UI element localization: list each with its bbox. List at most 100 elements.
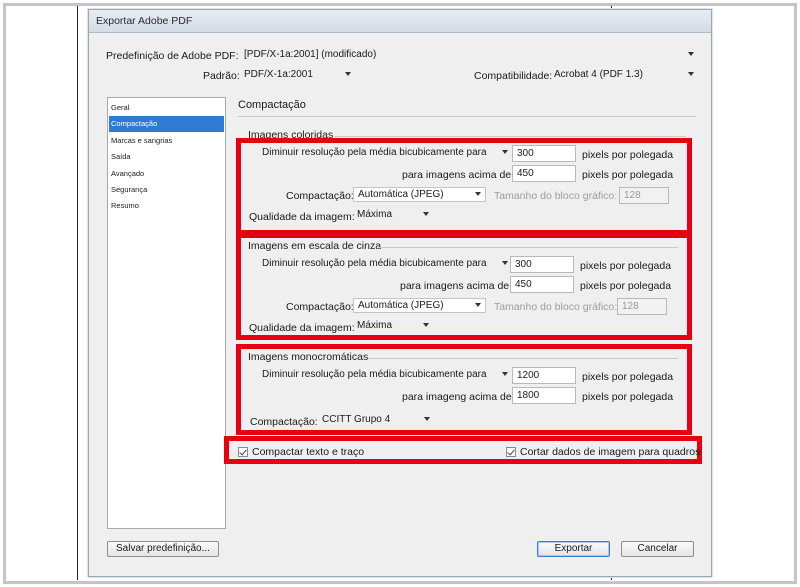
color-quality-select[interactable]: Máxima bbox=[353, 208, 433, 223]
mono-group-title: Imagens monocromáticas bbox=[248, 351, 369, 363]
color-above-label: para imagens acima de: bbox=[402, 169, 515, 181]
gray-compression-select[interactable]: Automática (JPEG) bbox=[353, 298, 486, 313]
color-above-value: 450 bbox=[517, 168, 534, 179]
color-tile-input[interactable]: 128 bbox=[619, 187, 669, 204]
mono-above-value: 1800 bbox=[517, 390, 540, 401]
color-compression-label: Compactação: bbox=[286, 190, 354, 202]
color-tile-label: Tamanho do bloco gráfico: bbox=[494, 190, 618, 202]
chevron-down-icon bbox=[345, 72, 351, 76]
sidebar-item-label: Saída bbox=[111, 152, 131, 161]
chevron-down-icon bbox=[688, 72, 694, 76]
crop-image-checkbox[interactable] bbox=[506, 447, 516, 457]
category-sidebar: Geral Compactação Marcas e sangrias Saíd… bbox=[107, 97, 226, 529]
mono-above-label: para imageng acima de: bbox=[402, 391, 515, 403]
gray-resample-select[interactable]: Diminuir resolução pela média bicubicame… bbox=[258, 257, 512, 272]
color-resample-select[interactable]: Diminuir resolução pela média bicubicame… bbox=[258, 146, 512, 161]
gray-resample-input[interactable]: 300 bbox=[510, 256, 574, 273]
color-resample-input[interactable]: 300 bbox=[512, 145, 576, 162]
window-title: Exportar Adobe PDF bbox=[96, 15, 193, 27]
mono-resample-value: Diminuir resolução pela média bicubicame… bbox=[262, 369, 487, 380]
standard-select[interactable]: PDF/X-1a:2001 bbox=[240, 68, 355, 83]
gray-tile-value: 128 bbox=[622, 301, 639, 312]
compatibility-value: Acrobat 4 (PDF 1.3) bbox=[554, 69, 643, 80]
preset-value: [PDF/X-1a:2001] (modificado) bbox=[244, 49, 377, 60]
export-button[interactable]: Exportar bbox=[537, 541, 610, 557]
document-margin-line-left bbox=[77, 6, 78, 580]
mono-above-input[interactable]: 1800 bbox=[512, 387, 576, 404]
sidebar-item-saida[interactable]: Saída bbox=[109, 149, 224, 165]
sidebar-item-seguranca[interactable]: Segurança bbox=[109, 182, 224, 198]
window-titlebar[interactable]: Exportar Adobe PDF bbox=[89, 10, 711, 33]
panel-title: Compactação bbox=[238, 99, 306, 111]
sidebar-item-label: Compactação bbox=[111, 119, 158, 128]
ppi-label: pixels por polegada bbox=[582, 391, 674, 403]
ppi-label: pixels por polegada bbox=[582, 149, 674, 161]
mono-compression-label: Compactação: bbox=[250, 416, 318, 428]
ppi-label: pixels por polegada bbox=[580, 260, 672, 272]
preset-label: Predefinição de Adobe PDF: bbox=[106, 50, 239, 62]
sidebar-item-marcas[interactable]: Marcas e sangrias bbox=[109, 133, 224, 149]
cancel-button[interactable]: Cancelar bbox=[621, 541, 694, 557]
chevron-down-icon bbox=[502, 150, 508, 154]
preset-select[interactable]: [PDF/X-1a:2001] (modificado) bbox=[240, 48, 698, 63]
mono-compression-select[interactable]: CCITT Grupo 4 bbox=[318, 413, 434, 428]
compress-text-label: Compactar texto e traço bbox=[252, 446, 365, 458]
group-divider bbox=[368, 358, 678, 359]
gray-resample-value: Diminuir resolução pela média bicubicame… bbox=[262, 258, 487, 269]
compatibility-label: Compatibilidade: bbox=[474, 70, 553, 82]
ppi-label: pixels por polegada bbox=[582, 169, 674, 181]
sidebar-item-compactacao[interactable]: Compactação bbox=[109, 116, 224, 132]
sidebar-item-geral[interactable]: Geral bbox=[109, 100, 224, 116]
gray-tile-label: Tamanho do bloco gráfico: bbox=[494, 301, 618, 313]
chevron-down-icon bbox=[502, 261, 508, 265]
compress-text-checkbox[interactable] bbox=[238, 447, 248, 457]
gray-above-value: 450 bbox=[515, 279, 532, 290]
color-compression-select[interactable]: Automática (JPEG) bbox=[353, 187, 486, 202]
sidebar-item-label: Marcas e sangrias bbox=[111, 136, 173, 145]
gray-resample-value-text: 300 bbox=[515, 259, 532, 270]
ppi-label: pixels por polegada bbox=[582, 371, 674, 383]
sidebar-item-resumo[interactable]: Resumo bbox=[109, 198, 224, 214]
color-resample-value-text: 300 bbox=[517, 148, 534, 159]
standard-label: Padrão: bbox=[203, 70, 240, 82]
gray-quality-select[interactable]: Máxima bbox=[353, 319, 433, 334]
mono-resample-value-text: 1200 bbox=[517, 370, 540, 381]
gray-compression-value: Automática (JPEG) bbox=[358, 300, 444, 311]
crop-image-label: Cortar dados de imagem para quadros bbox=[520, 446, 701, 458]
color-tile-value: 128 bbox=[624, 190, 641, 201]
chevron-down-icon bbox=[502, 372, 508, 376]
color-compression-value: Automática (JPEG) bbox=[358, 189, 444, 200]
sidebar-item-avancado[interactable]: Avançado bbox=[109, 166, 224, 182]
mono-compression-value: CCITT Grupo 4 bbox=[322, 414, 391, 425]
gray-above-input[interactable]: 450 bbox=[510, 276, 574, 293]
group-divider bbox=[334, 136, 686, 137]
color-resample-value: Diminuir resolução pela média bicubicame… bbox=[262, 147, 487, 158]
gray-compression-label: Compactação: bbox=[286, 301, 354, 313]
save-preset-button[interactable]: Salvar predefinição... bbox=[107, 541, 219, 557]
chevron-down-icon bbox=[424, 417, 430, 421]
mono-resample-select[interactable]: Diminuir resolução pela média bicubicame… bbox=[258, 368, 512, 383]
standard-value: PDF/X-1a:2001 bbox=[244, 69, 313, 80]
gray-tile-input[interactable]: 128 bbox=[617, 298, 667, 315]
sidebar-item-label: Avançado bbox=[111, 169, 145, 178]
compatibility-select[interactable]: Acrobat 4 (PDF 1.3) bbox=[550, 68, 698, 83]
gray-group-title: Imagens em escala de cinza bbox=[248, 240, 382, 252]
mono-resample-input[interactable]: 1200 bbox=[512, 367, 576, 384]
chevron-down-icon bbox=[475, 303, 481, 307]
sidebar-item-label: Geral bbox=[111, 103, 130, 112]
gray-quality-label: Qualidade da imagem: bbox=[249, 322, 355, 334]
color-quality-value: Máxima bbox=[357, 209, 393, 220]
sidebar-item-label: Resumo bbox=[111, 201, 139, 210]
color-above-input[interactable]: 450 bbox=[512, 165, 576, 182]
chevron-down-icon bbox=[423, 323, 429, 327]
chevron-down-icon bbox=[475, 192, 481, 196]
color-quality-label: Qualidade da imagem: bbox=[249, 211, 355, 223]
gray-quality-value: Máxima bbox=[357, 320, 393, 331]
sidebar-item-label: Segurança bbox=[111, 185, 148, 194]
chevron-down-icon bbox=[688, 52, 694, 56]
group-divider bbox=[378, 247, 678, 248]
gray-above-label: para imagens acima de: bbox=[400, 280, 513, 292]
ppi-label: pixels por polegada bbox=[580, 280, 672, 292]
panel-title-divider bbox=[238, 116, 696, 117]
chevron-down-icon bbox=[423, 212, 429, 216]
